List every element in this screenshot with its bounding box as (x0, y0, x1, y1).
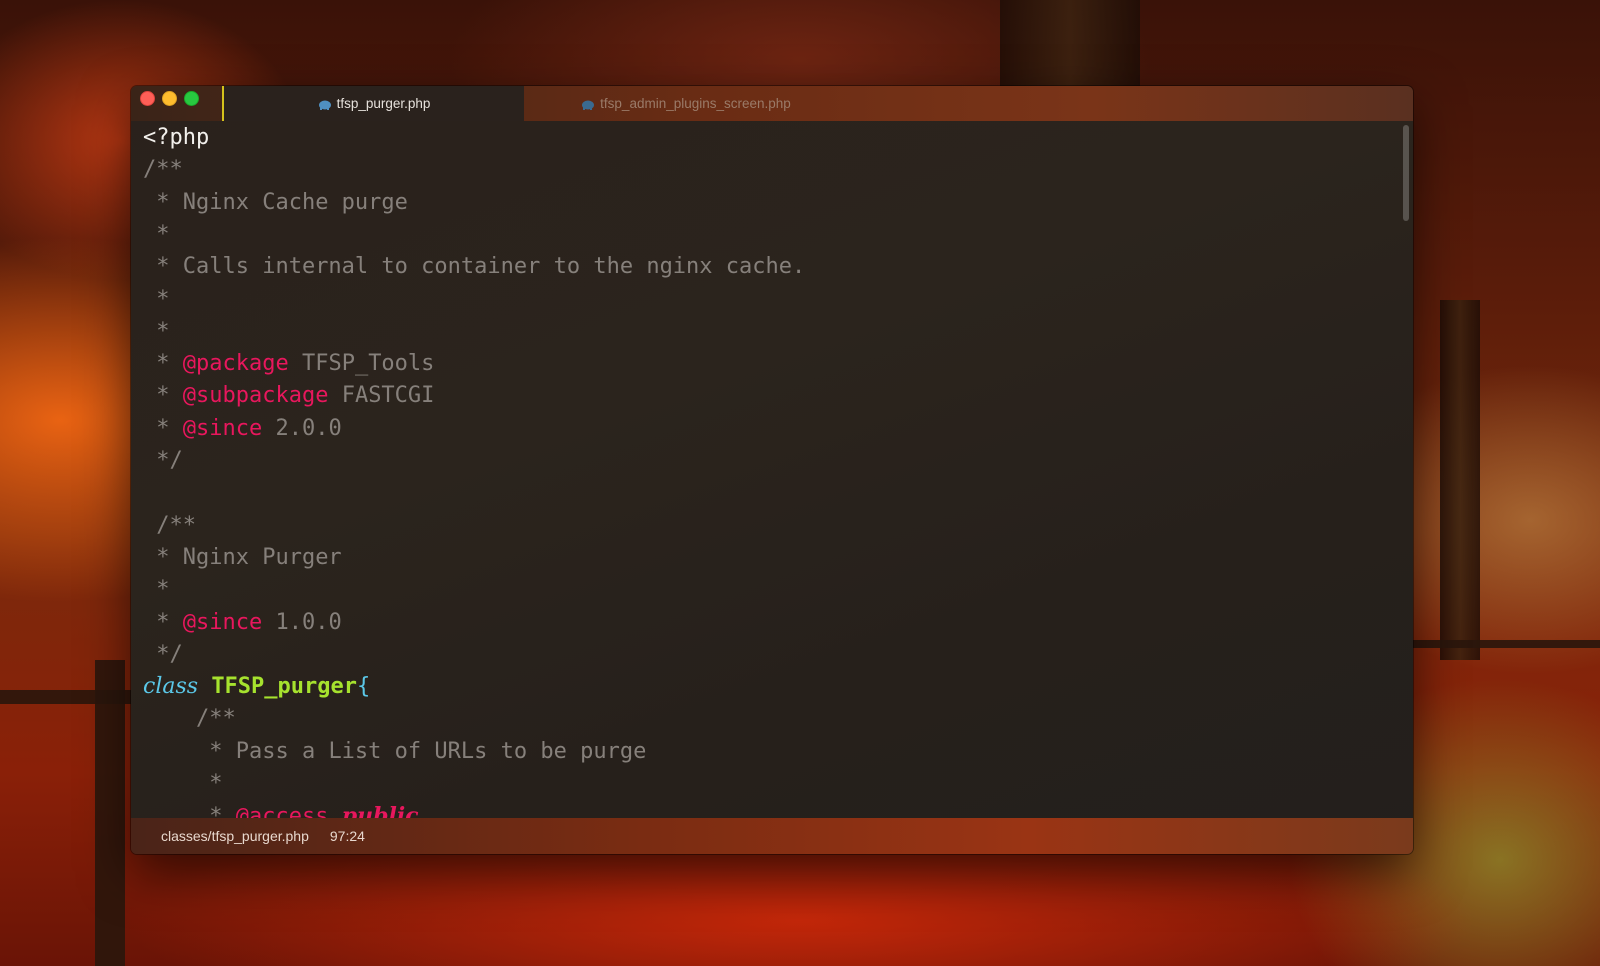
code-token-comment: */ (156, 448, 183, 473)
code-line[interactable]: * (143, 768, 222, 800)
code-editor[interactable]: <?php /** * Nginx Cache purge * * Calls i… (131, 121, 1413, 818)
code-token-tag: @since (182, 415, 263, 441)
code-token-comment: /** (195, 706, 236, 732)
tab-label: tfsp_admin_plugins_screen.php (600, 96, 791, 111)
code-line[interactable]: * (143, 574, 170, 606)
editor-window: tfsp_purger.php tfsp_admin_plugins_scree… (131, 86, 1413, 854)
code-token-tag: @subpackage (182, 383, 329, 409)
code-line[interactable]: * @subpackage FASTCGI (143, 380, 434, 412)
code-line[interactable]: */ (143, 639, 183, 671)
code-line[interactable]: * (143, 284, 170, 316)
tab-label: tfsp_purger.php (336, 96, 431, 111)
code-token-comment: * Nginx Cache purge (156, 189, 408, 215)
code-token-comment: * (209, 771, 223, 796)
tab-tfsp-admin-plugins-screen[interactable]: tfsp_admin_plugins_screen.php (524, 86, 848, 121)
background-tree-trunk (1000, 0, 1140, 86)
code-token-comment: * (156, 577, 170, 603)
code-token-comment: * (156, 318, 170, 344)
code-token-tag: @access (235, 804, 329, 818)
code-token-comment: * (156, 383, 183, 409)
code-token-comment: /** (156, 512, 196, 538)
code-token-keyword-pink: public (341, 803, 419, 818)
code-token-comment: * (156, 351, 183, 377)
code-token-comment: TFSP_Tools (288, 351, 435, 377)
code-line[interactable]: * Calls internal to container to the ngi… (143, 251, 805, 283)
status-cursor-position[interactable]: 97:24 (330, 828, 365, 844)
code-token-comment: 2.0.0 (262, 415, 342, 441)
code-token-tag: @since (182, 609, 263, 635)
code-token-keyword: class (143, 674, 199, 700)
background-tree-trunk-right (1440, 300, 1480, 660)
code-token-comment: * (209, 804, 236, 818)
code-token-comment: */ (156, 641, 183, 667)
tab-tfsp-purger[interactable]: tfsp_purger.php (222, 86, 524, 121)
code-line[interactable]: * @since 1.0.0 (143, 607, 342, 639)
code-line[interactable]: * Nginx Cache purge (143, 187, 408, 219)
code-token-comment: * Calls internal to container to the ngi… (156, 254, 806, 280)
code-line[interactable]: <?php (143, 122, 209, 154)
status-file-path[interactable]: classes/tfsp_purger.php (161, 828, 309, 844)
code-line[interactable]: /** (143, 154, 183, 186)
code-token-plain: <?php (143, 125, 210, 150)
code-token-comment: * (156, 609, 183, 635)
code-token-brace: { (357, 674, 371, 700)
code-token-comment: * Pass a List of URLs to be purge (209, 738, 647, 764)
background-fence-rail (0, 690, 131, 704)
code-line[interactable]: * @package TFSP_Tools (143, 348, 434, 380)
code-line[interactable]: * (143, 316, 170, 348)
code-token-comment: FASTCGI (328, 383, 435, 409)
code-line[interactable]: * Pass a List of URLs to be purge (143, 736, 646, 768)
code-token-classname: TFSP_purger (211, 674, 358, 700)
title-bar[interactable]: tfsp_purger.php tfsp_admin_plugins_scree… (131, 86, 1413, 121)
minimize-window-button[interactable] (162, 91, 177, 106)
maximize-window-button[interactable] (184, 91, 199, 106)
vertical-scrollbar[interactable] (1403, 125, 1409, 815)
code-line[interactable]: class TFSP_purger{ (143, 671, 370, 703)
php-elephant-icon (318, 98, 332, 110)
code-line[interactable]: * @access public (143, 800, 419, 818)
code-line[interactable]: * Nginx Purger (143, 542, 342, 574)
php-elephant-icon (581, 98, 595, 110)
code-token-comment: /** (143, 157, 183, 183)
code-line[interactable]: /** (143, 703, 236, 735)
code-token-comment (328, 804, 341, 818)
background-fence-rail-right (1413, 640, 1600, 648)
code-line[interactable]: /** (143, 510, 196, 542)
code-token-comment: * (156, 286, 170, 312)
code-line[interactable]: * (143, 219, 170, 251)
code-token-comment: 1.0.0 (262, 609, 342, 635)
close-window-button[interactable] (140, 91, 155, 106)
code-token-comment: * (156, 221, 170, 247)
code-line[interactable]: */ (143, 445, 183, 477)
code-token-comment: * (156, 415, 183, 441)
scrollbar-thumb[interactable] (1403, 125, 1409, 221)
code-token-comment: * Nginx Purger (156, 544, 342, 570)
code-line[interactable]: * @since 2.0.0 (143, 413, 342, 445)
status-bar: classes/tfsp_purger.php 97:24 (131, 818, 1413, 854)
code-token-tag: @package (182, 351, 289, 377)
background-fence-post (95, 660, 125, 966)
